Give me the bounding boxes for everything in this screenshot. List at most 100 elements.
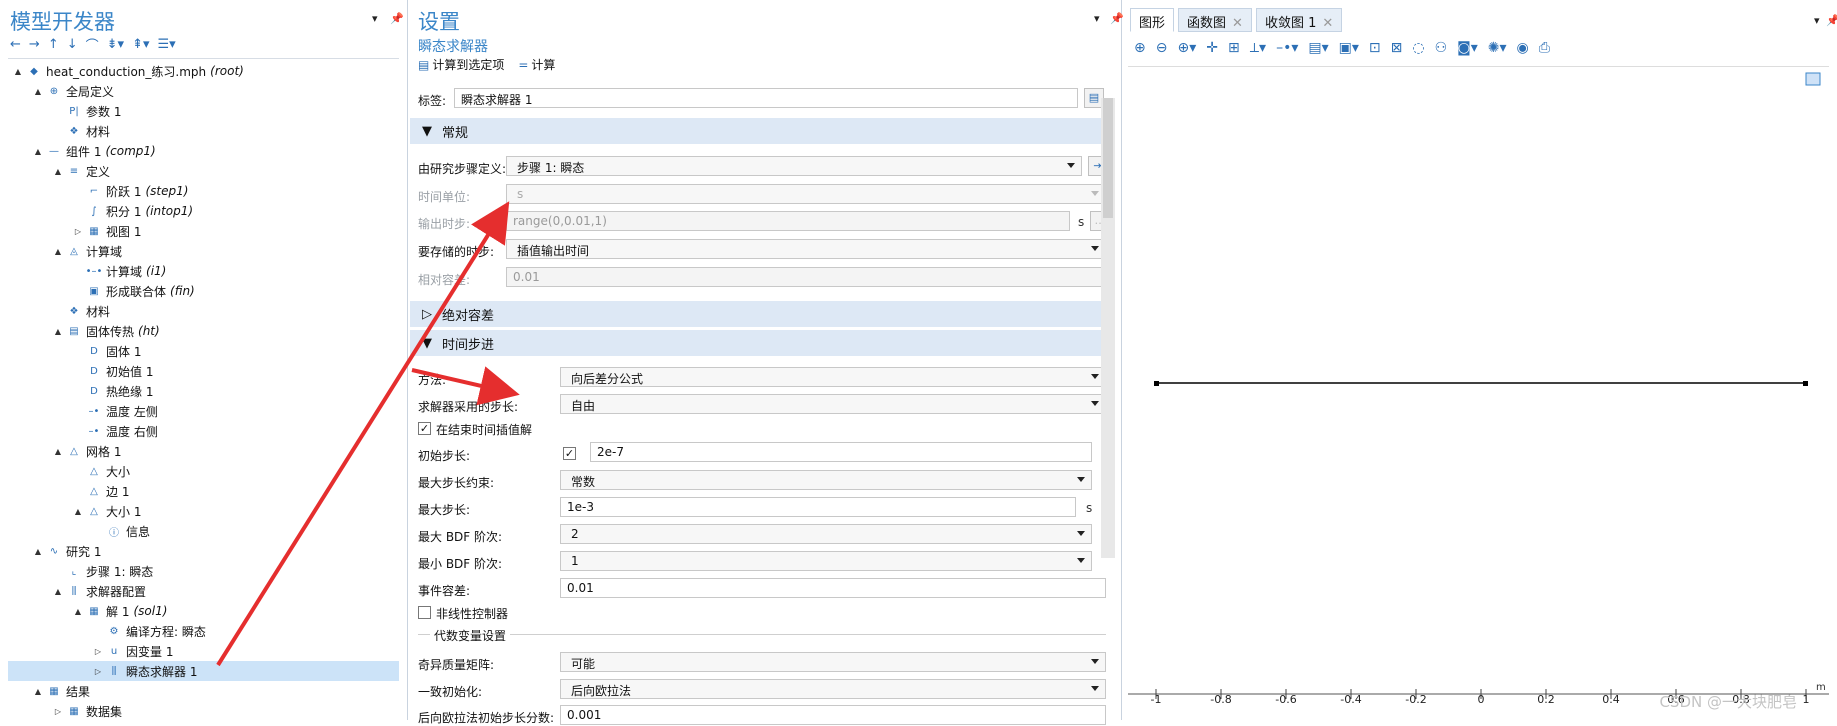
tree-item[interactable]: ∫ 积分 1 (intop1) [8, 201, 399, 221]
zoom-in-icon[interactable]: ⊕ [1134, 40, 1146, 56]
back-icon[interactable]: ← [8, 37, 23, 52]
expand-icon[interactable]: ▷ [72, 227, 84, 236]
axis-icon[interactable]: ⟂▾ [1250, 40, 1266, 56]
list-icon[interactable]: ☰▾ [155, 37, 177, 52]
max-bdf-select[interactable]: 2 [560, 524, 1092, 544]
tree-item[interactable]: ❖ 材料 [8, 121, 399, 141]
rel-tol-input[interactable]: 0.01 [506, 267, 1106, 287]
scrollbar-thumb[interactable] [1103, 98, 1113, 218]
tree-item[interactable]: P| 参数 1 [8, 101, 399, 121]
tree-item[interactable]: ▷ ▦ 数据集 [8, 701, 399, 721]
tree-item[interactable]: ▲ ▤ 固体传热 (ht) [8, 321, 399, 341]
tree-item[interactable]: ❖ 材料 [8, 301, 399, 321]
method-select[interactable]: 向后差分公式 [560, 367, 1106, 387]
collapse-icon[interactable]: ▲ [32, 87, 44, 96]
selection-mode-icon[interactable]: ▣▾ [1339, 40, 1359, 56]
collapse-icon[interactable]: ▲ [32, 687, 44, 696]
select-list-icon[interactable]: ▤▾ [1308, 40, 1328, 56]
initial-step-input[interactable]: 2e-7 [590, 442, 1092, 462]
expand-icon[interactable]: ▷ [92, 667, 104, 676]
tree-item[interactable]: ▲ ◆ heat_conduction_练习.mph (root) [8, 61, 399, 81]
tree-item[interactable]: ▣ 形成联合体 (fin) [8, 281, 399, 301]
camera-icon[interactable]: ◉ [1517, 40, 1529, 56]
clear-selection-icon[interactable]: ⊠ [1391, 40, 1403, 56]
graphics-pin-icon[interactable]: 📌 [1826, 14, 1837, 27]
expand-icon[interactable]: ⇟▾ [105, 37, 126, 52]
section-general[interactable]: ▼ 常规 [410, 118, 1102, 144]
close-icon[interactable]: ✕ [1232, 16, 1243, 31]
tree-item[interactable]: ▷ ▦ 视图 1 [8, 221, 399, 241]
tree-item[interactable]: ▲ ⫼ 求解器配置 [8, 581, 399, 601]
tree-item[interactable]: D 热绝缘 1 [8, 381, 399, 401]
zoom-box-icon[interactable]: ⊕▾ [1177, 40, 1196, 56]
section-time-stepping[interactable]: ▼ 时间步进 [410, 330, 1102, 356]
compute-to-selected-button[interactable]: ▤ 计算到选定项 [418, 56, 504, 73]
initial-step-checkbox[interactable]: ✓ [563, 447, 576, 460]
tab-0[interactable]: 图形 [1130, 8, 1175, 32]
view-icon[interactable]: ⚇ [1435, 40, 1448, 56]
tree-item[interactable]: ▲ ≡ 定义 [8, 161, 399, 181]
select-icon[interactable]: –•▾ [1276, 40, 1298, 56]
panel-menu-icon[interactable]: ▾ [372, 12, 378, 25]
tree-item[interactable]: ▷ ⫼ 瞬态求解器 1 [8, 661, 399, 681]
forward-icon[interactable]: → [27, 37, 42, 52]
tree-item[interactable]: ▲ ◬ 计算域 [8, 241, 399, 261]
settings-scrollbar[interactable] [1101, 98, 1115, 558]
collapse-icon[interactable]: ⇞▾ [130, 37, 151, 52]
tree-item[interactable]: ▲ — 组件 1 (comp1) [8, 141, 399, 161]
collapse-icon[interactable]: ▲ [52, 167, 64, 176]
center-icon[interactable]: ✛ [1206, 40, 1218, 56]
consistent-init-select[interactable]: 后向欧拉法 [560, 679, 1106, 699]
time-unit-select[interactable]: s [506, 184, 1106, 204]
expand-icon[interactable]: ▷ [52, 707, 64, 716]
move-down-icon[interactable]: ↓ [65, 37, 80, 52]
collapse-icon[interactable]: ▲ [12, 67, 24, 76]
defined-by-select[interactable]: 步骤 1: 瞬态 [506, 156, 1082, 176]
tree-item[interactable]: D 固体 1 [8, 341, 399, 361]
tree-item[interactable]: D 初始值 1 [8, 361, 399, 381]
move-up-icon[interactable]: ↑ [46, 37, 61, 52]
settings-pin-icon[interactable]: 📌 [1110, 12, 1124, 25]
collapse-icon[interactable]: ▲ [52, 247, 64, 256]
tree-item[interactable]: △ 边 1 [8, 481, 399, 501]
tree-item[interactable]: ⓘ 信息 [8, 521, 399, 541]
show-icon[interactable]: ⌒ [84, 35, 101, 54]
zoom-out-icon[interactable]: ⊖ [1156, 40, 1168, 56]
tree-item[interactable]: ▲ ▦ 解 1 (sol1) [8, 601, 399, 621]
tree-item[interactable]: ▲ ∿ 研究 1 [8, 541, 399, 561]
graphics-menu-icon[interactable]: ▾ [1814, 14, 1820, 27]
collapse-icon[interactable]: ▲ [72, 607, 84, 616]
output-steps-input[interactable]: range(0,0.01,1) [506, 211, 1070, 231]
tree-item[interactable]: ▲ △ 网格 1 [8, 441, 399, 461]
collapse-icon[interactable]: ▲ [72, 507, 84, 516]
expand-icon[interactable]: ▷ [92, 647, 104, 656]
tree-item[interactable]: ⚙ 编译方程: 瞬态 [8, 621, 399, 641]
hide-icon[interactable]: ◌ [1412, 40, 1424, 56]
tree-item[interactable]: ▲ ⊕ 全局定义 [8, 81, 399, 101]
tree-item[interactable]: ▲ ▦ 结果 [8, 681, 399, 701]
interp-checkbox[interactable]: ✓ [418, 422, 431, 435]
min-bdf-select[interactable]: 1 [560, 551, 1092, 571]
settings-menu-icon[interactable]: ▾ [1094, 12, 1100, 25]
collapse-icon[interactable]: ▲ [52, 447, 64, 456]
be-fraction-input[interactable]: 0.001 [560, 705, 1106, 725]
pin-icon[interactable]: 📌 [390, 12, 404, 25]
compute-button[interactable]: = 计算 [518, 56, 555, 73]
store-steps-select[interactable]: 插值输出时间 [506, 239, 1106, 259]
tag-input[interactable]: 瞬态求解器 1 [454, 88, 1078, 108]
collapse-icon[interactable]: ▲ [32, 547, 44, 556]
graphics-canvas[interactable]: -1 -0.8 -0.6 -0.4 -0.2 0 0.2 0.4 0.6 0.8 1 m [1128, 66, 1829, 706]
steps-taken-select[interactable]: 自由 [560, 394, 1106, 414]
max-step-input[interactable]: 1e-3 [560, 497, 1076, 517]
singular-mass-select[interactable]: 可能 [560, 652, 1106, 672]
tree-item[interactable]: •–• 计算域 (i1) [8, 261, 399, 281]
nonlinear-ctrl-checkbox[interactable] [418, 606, 431, 619]
render-icon[interactable]: ◙▾ [1457, 40, 1478, 56]
collapse-icon[interactable]: ▲ [52, 327, 64, 336]
event-tol-input[interactable]: 0.01 [560, 578, 1106, 598]
tree-item[interactable]: –• 温度 左侧 [8, 401, 399, 421]
print-icon[interactable]: ⎙ [1539, 40, 1550, 56]
tree-item[interactable]: △ 大小 [8, 461, 399, 481]
collapse-icon[interactable]: ▲ [52, 587, 64, 596]
section-abs-tol[interactable]: ▷ 绝对容差 [410, 301, 1102, 327]
